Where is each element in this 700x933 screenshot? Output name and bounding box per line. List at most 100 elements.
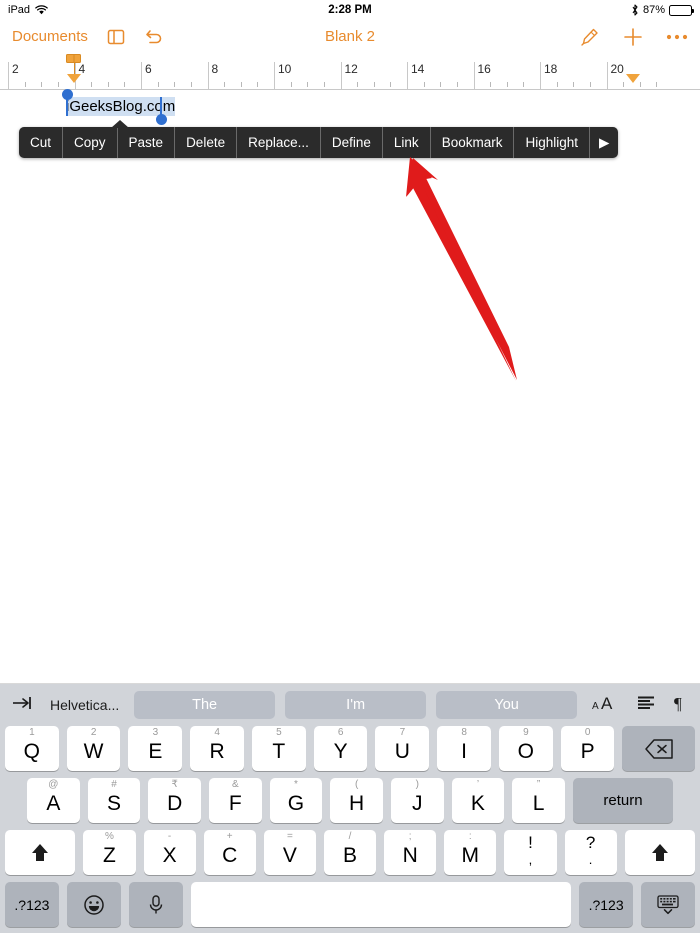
ruler-minor-tick <box>656 82 658 87</box>
context-menu-item-bookmark[interactable]: Bookmark <box>431 127 515 158</box>
font-name-button[interactable]: Helvetica... <box>50 697 119 713</box>
context-menu-item-cut[interactable]: Cut <box>19 127 64 158</box>
ruler-minor-tick <box>157 82 159 87</box>
emoji-smiley-icon[interactable] <box>66 882 121 927</box>
selection-end-handle[interactable] <box>155 114 167 125</box>
key-main-label: S <box>106 792 121 815</box>
ruler-minor-tick <box>623 82 625 87</box>
ruler-minor-tick <box>440 82 442 87</box>
ruler-minor-tick <box>573 82 575 87</box>
backspace-icon[interactable] <box>622 726 696 771</box>
text-align-icon[interactable] <box>636 695 656 716</box>
key-main-label: F <box>228 792 242 815</box>
layout-panel-icon[interactable] <box>106 27 126 47</box>
key-l[interactable]: ” L <box>512 778 565 823</box>
key-alt-label: ) <box>415 779 419 790</box>
context-menu-item-highlight[interactable]: Highlight <box>514 127 590 158</box>
key-u[interactable]: 7U <box>375 726 430 771</box>
ruler-major-tick <box>473 62 475 89</box>
context-menu-item-paste[interactable]: Paste <box>118 127 176 158</box>
document-canvas[interactable]: iGeeksBlog.com <box>0 89 700 684</box>
key-alt-label: 9 <box>523 727 529 738</box>
key-r[interactable]: 4R <box>190 726 244 771</box>
ruler-minor-tick <box>24 82 26 87</box>
space-key[interactable] <box>190 882 572 927</box>
numeric-switch-left-key[interactable]: .?123 <box>4 882 59 927</box>
ruler-major-tick <box>407 62 408 89</box>
ruler-minor-tick <box>107 82 109 87</box>
context-menu-item-replace[interactable]: Replace... <box>237 127 321 158</box>
key-v[interactable]: = V <box>263 830 316 875</box>
key-e[interactable]: 3E <box>128 726 183 771</box>
key-main-label: C <box>222 844 238 867</box>
return-key[interactable]: return <box>572 778 673 823</box>
key-a[interactable]: @ A <box>27 778 80 823</box>
context-menu-item-define[interactable]: Define <box>321 127 383 158</box>
context-menu-item-copy[interactable]: Copy <box>63 127 118 158</box>
context-menu-bar: Cut Copy Paste Delete Replace... Define Link Bo… <box>19 127 619 158</box>
text-context-menu: Cut Copy Paste Delete Replace... Define Link Bo… <box>19 120 619 158</box>
more-ellipsis-icon[interactable] <box>666 33 688 41</box>
ruler-minor-tick <box>373 82 375 87</box>
context-menu-item-link[interactable]: Link <box>383 127 431 158</box>
key-d[interactable]: ₹ D <box>148 778 201 823</box>
key-m[interactable]: :M <box>444 830 497 875</box>
key-k[interactable]: ’ K <box>451 778 505 823</box>
ruler-label: 14 <box>411 62 425 76</box>
ruler-minor-tick <box>523 82 525 87</box>
key-o[interactable]: 9O <box>498 726 553 771</box>
document-ruler[interactable]: 2 4 6 8 10 12 14 16 18 20 <box>0 53 700 90</box>
key-main-label: M <box>461 844 480 867</box>
plus-icon[interactable] <box>622 26 644 48</box>
key-s[interactable]: # S <box>87 778 141 823</box>
key-y[interactable]: 6Y <box>313 726 368 771</box>
prediction-2[interactable]: I'm <box>285 691 427 719</box>
selection-start-handle[interactable] <box>61 89 73 100</box>
status-time: 2:28 PM <box>328 4 372 16</box>
key-g[interactable]: * G <box>269 778 323 823</box>
key-x[interactable]: -X <box>143 830 196 875</box>
key-question-period[interactable]: ?. <box>564 830 617 875</box>
key-main-label: Z <box>103 844 116 867</box>
key-b[interactable]: / B <box>323 830 377 875</box>
undo-arrow-icon[interactable] <box>144 27 166 47</box>
highlighter-pen-icon[interactable] <box>578 26 600 48</box>
selected-text[interactable]: iGeeksBlog.com <box>66 97 176 116</box>
key-h[interactable]: (H <box>330 778 383 823</box>
key-p[interactable]: 0P <box>560 726 615 771</box>
key-c[interactable]: + C <box>203 830 256 875</box>
left-indent-top-marker[interactable] <box>66 54 81 63</box>
prediction-1[interactable]: The <box>134 691 276 719</box>
dismiss-keyboard-icon[interactable] <box>641 882 696 927</box>
svg-text:¶: ¶ <box>674 694 682 712</box>
key-f[interactable]: & F <box>208 778 262 823</box>
shift-arrow-icon-right[interactable] <box>624 830 696 875</box>
key-alt-label: & <box>231 779 239 790</box>
context-menu-item-delete[interactable]: Delete <box>175 127 238 158</box>
right-indent-marker[interactable] <box>626 74 640 83</box>
documents-back-button[interactable]: Documents <box>12 28 88 45</box>
ruler-label: 16 <box>477 62 491 76</box>
prediction-3[interactable]: You <box>436 691 578 719</box>
pilcrow-icon[interactable]: ¶ <box>674 694 688 717</box>
key-main-label: , <box>528 852 533 867</box>
key-j[interactable]: ) J <box>390 778 444 823</box>
context-menu-next-page-button[interactable]: ▶ <box>590 127 618 158</box>
left-indent-bottom-marker[interactable] <box>67 74 81 83</box>
key-alt-label: ; <box>408 831 412 842</box>
key-w[interactable]: 2W <box>66 726 121 771</box>
tab-indent-icon[interactable] <box>12 695 34 716</box>
shift-arrow-icon-left[interactable] <box>4 830 76 875</box>
key-i[interactable]: 8I <box>437 726 491 771</box>
battery-percent-label: 87% <box>642 4 665 16</box>
key-t[interactable]: 5T <box>251 726 306 771</box>
key-n[interactable]: ; N <box>384 830 437 875</box>
document-paragraph[interactable]: iGeeksBlog.com <box>66 97 176 116</box>
numeric-switch-right-key[interactable]: .?123 <box>579 882 634 927</box>
microphone-icon[interactable] <box>128 882 183 927</box>
key-q[interactable]: 1Q <box>4 726 59 771</box>
key-z[interactable]: % Z <box>83 830 136 875</box>
font-size-icon[interactable]: A A <box>592 694 618 717</box>
key-exclamation-comma[interactable]: !, <box>504 830 557 875</box>
key-alt-label: ( <box>354 779 359 790</box>
